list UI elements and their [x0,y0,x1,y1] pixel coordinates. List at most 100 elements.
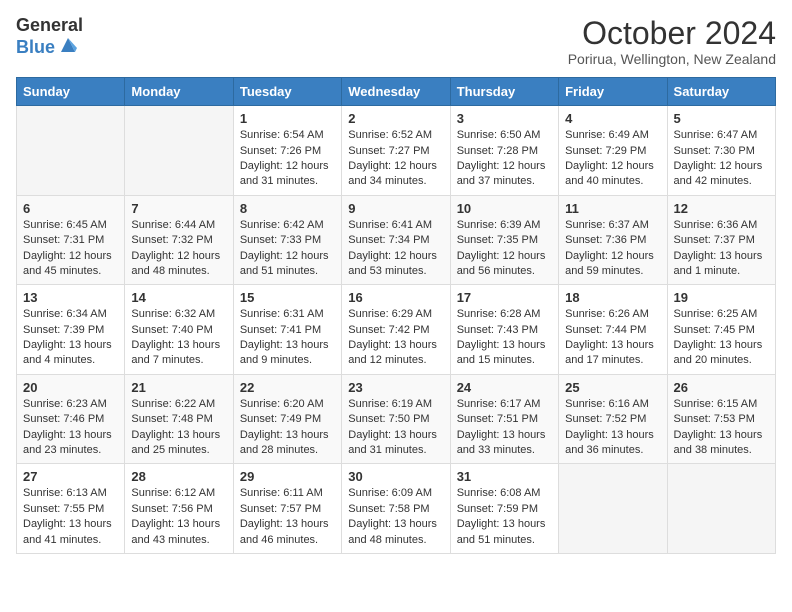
day-info: Sunrise: 6:29 AM [348,307,443,322]
day-number: 12 [674,201,769,216]
day-number: 27 [23,469,118,484]
calendar-cell: 16Sunrise: 6:29 AMSunset: 7:42 PMDayligh… [342,285,450,375]
month-title: October 2024 [568,16,776,51]
calendar-cell: 6Sunrise: 6:45 AMSunset: 7:31 PMDaylight… [17,195,125,285]
day-number: 20 [23,380,118,395]
day-number: 15 [240,290,335,305]
calendar-cell: 7Sunrise: 6:44 AMSunset: 7:32 PMDaylight… [125,195,233,285]
weekday-header: Tuesday [233,78,341,106]
day-info: Sunrise: 6:11 AM [240,486,335,501]
day-info: Daylight: 12 hours and 45 minutes. [23,249,118,280]
calendar-cell: 12Sunrise: 6:36 AMSunset: 7:37 PMDayligh… [667,195,775,285]
day-info: Sunset: 7:29 PM [565,144,660,159]
day-info: Sunrise: 6:54 AM [240,128,335,143]
day-info: Sunrise: 6:49 AM [565,128,660,143]
day-info: Sunset: 7:44 PM [565,323,660,338]
day-number: 16 [348,290,443,305]
title-block: October 2024 Porirua, Wellington, New Ze… [568,16,776,67]
day-info: Sunrise: 6:39 AM [457,218,552,233]
day-number: 26 [674,380,769,395]
day-number: 2 [348,111,443,126]
day-info: Sunrise: 6:31 AM [240,307,335,322]
day-info: Sunset: 7:51 PM [457,412,552,427]
day-number: 24 [457,380,552,395]
day-info: Daylight: 13 hours and 1 minute. [674,249,769,280]
day-info: Daylight: 13 hours and 12 minutes. [348,338,443,369]
day-info: Daylight: 13 hours and 38 minutes. [674,428,769,459]
day-number: 30 [348,469,443,484]
calendar-cell: 3Sunrise: 6:50 AMSunset: 7:28 PMDaylight… [450,106,558,196]
weekday-header: Thursday [450,78,558,106]
calendar-cell: 21Sunrise: 6:22 AMSunset: 7:48 PMDayligh… [125,374,233,464]
calendar-cell: 1Sunrise: 6:54 AMSunset: 7:26 PMDaylight… [233,106,341,196]
calendar-table: SundayMondayTuesdayWednesdayThursdayFrid… [16,77,776,554]
day-info: Sunset: 7:53 PM [674,412,769,427]
calendar-cell: 5Sunrise: 6:47 AMSunset: 7:30 PMDaylight… [667,106,775,196]
day-info: Sunset: 7:49 PM [240,412,335,427]
day-info: Sunrise: 6:16 AM [565,397,660,412]
calendar-cell: 4Sunrise: 6:49 AMSunset: 7:29 PMDaylight… [559,106,667,196]
day-number: 7 [131,201,226,216]
logo-icon [57,34,79,61]
calendar-cell: 10 Sunrise: 6:39 AMSunset: 7:35 PMDayligh… [450,195,558,285]
calendar-cell: 9Sunrise: 6:41 AMSunset: 7:34 PMDaylight… [342,195,450,285]
calendar-cell: 26Sunrise: 6:15 AMSunset: 7:53 PMDayligh… [667,374,775,464]
day-info: Sunrise: 6:34 AM [23,307,118,322]
logo-text-blue: Blue [16,38,55,56]
day-number: 19 [674,290,769,305]
day-info: Daylight: 12 hours and 59 minutes. [565,249,660,280]
calendar-cell [559,464,667,554]
day-number: 21 [131,380,226,395]
day-number: 22 [240,380,335,395]
day-info: Sunset: 7:26 PM [240,144,335,159]
day-info: Sunrise: 6:45 AM [23,218,118,233]
day-info: Sunset: 7:46 PM [23,412,118,427]
calendar-cell: 22Sunrise: 6:20 AMSunset: 7:49 PMDayligh… [233,374,341,464]
day-info: Sunrise: 6:47 AM [674,128,769,143]
day-info: Sunrise: 6:42 AM [240,218,335,233]
calendar-cell: 17Sunrise: 6:28 AMSunset: 7:43 PMDayligh… [450,285,558,375]
day-info: Sunset: 7:52 PM [565,412,660,427]
day-info: Sunset: 7:55 PM [23,502,118,517]
day-info: Daylight: 13 hours and 9 minutes. [240,338,335,369]
location: Porirua, Wellington, New Zealand [568,51,776,67]
day-info: Sunrise: 6:20 AM [240,397,335,412]
day-info: Sunrise: 6:37 AM [565,218,660,233]
day-info: Daylight: 13 hours and 25 minutes. [131,428,226,459]
page-header: General Blue October 2024 Porirua, Welli… [16,16,776,67]
day-info: Sunrise: 6:44 AM [131,218,226,233]
calendar-cell [17,106,125,196]
calendar-cell: 23Sunrise: 6:19 AMSunset: 7:50 PMDayligh… [342,374,450,464]
day-info: Daylight: 12 hours and 56 minutes. [457,249,552,280]
calendar-cell: 19Sunrise: 6:25 AMSunset: 7:45 PMDayligh… [667,285,775,375]
day-info: Daylight: 12 hours and 31 minutes. [240,159,335,190]
day-info: Sunset: 7:41 PM [240,323,335,338]
day-info: Sunrise: 6:32 AM [131,307,226,322]
day-info: Sunrise: 6:08 AM [457,486,552,501]
weekday-header: Sunday [17,78,125,106]
day-info: Daylight: 12 hours and 51 minutes. [240,249,335,280]
day-info: Sunset: 7:45 PM [674,323,769,338]
day-info: Sunset: 7:34 PM [348,233,443,248]
day-info: Sunrise: 6:09 AM [348,486,443,501]
day-info: Daylight: 12 hours and 40 minutes. [565,159,660,190]
day-info: Sunrise: 6:41 AM [348,218,443,233]
day-info: Sunrise: 6:13 AM [23,486,118,501]
day-info: Sunrise: 6:25 AM [674,307,769,322]
logo: General Blue [16,16,83,61]
day-info: Sunrise: 6:22 AM [131,397,226,412]
day-info: Sunset: 7:35 PM [457,233,552,248]
day-info: Sunrise: 6:28 AM [457,307,552,322]
day-number: 9 [348,201,443,216]
day-number: 8 [240,201,335,216]
day-info: Sunset: 7:37 PM [674,233,769,248]
day-info: Daylight: 12 hours and 42 minutes. [674,159,769,190]
day-number: 10 [457,201,552,216]
weekday-header: Wednesday [342,78,450,106]
day-info: Sunrise: 6:17 AM [457,397,552,412]
day-info: Daylight: 12 hours and 34 minutes. [348,159,443,190]
day-info: Daylight: 13 hours and 43 minutes. [131,517,226,548]
day-info: Sunset: 7:57 PM [240,502,335,517]
day-info: Sunset: 7:50 PM [348,412,443,427]
day-info: Daylight: 13 hours and 23 minutes. [23,428,118,459]
